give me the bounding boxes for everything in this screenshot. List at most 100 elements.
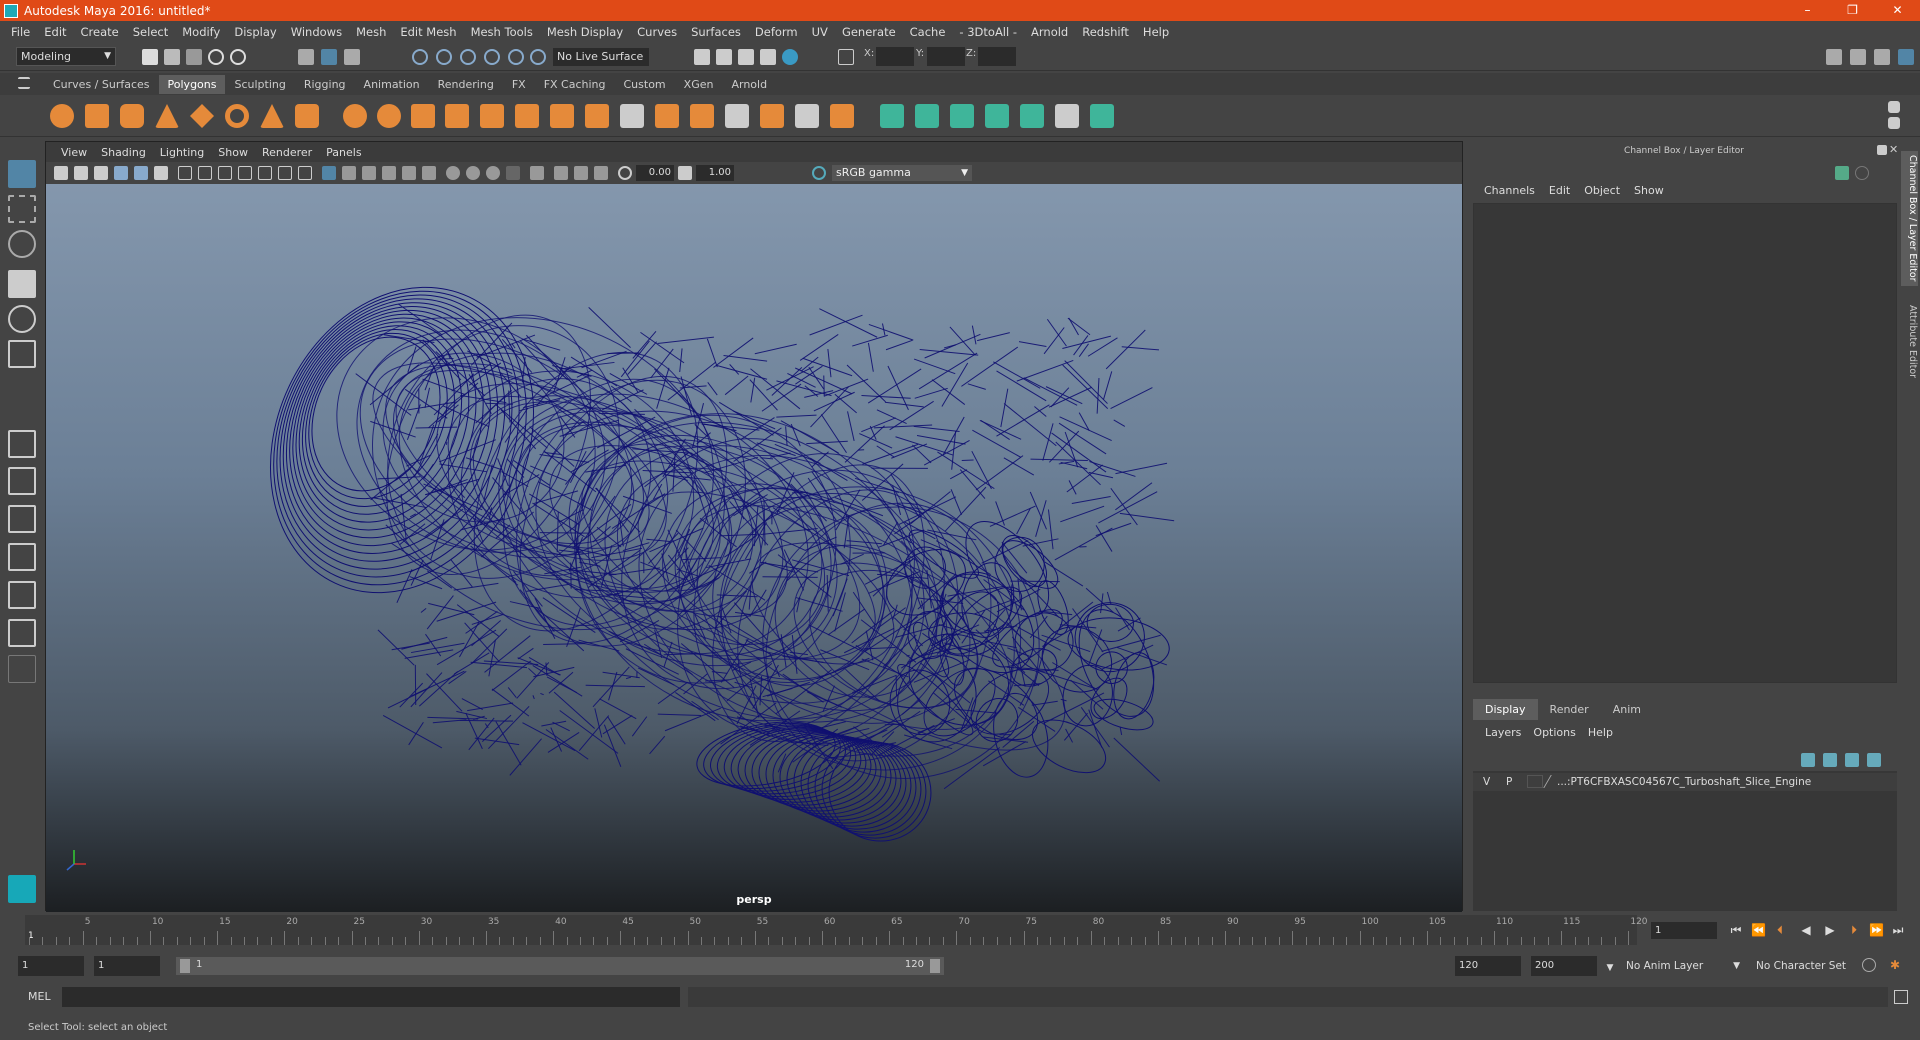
- layer-display-type-toggle[interactable]: [1527, 775, 1543, 788]
- z-field[interactable]: [978, 47, 1016, 66]
- viewport-menu-show[interactable]: Show: [211, 146, 255, 159]
- shelf-tab-fx-caching[interactable]: FX Caching: [535, 75, 615, 94]
- layer-color-swatch[interactable]: [1543, 775, 1557, 788]
- channel-box-menu-channels[interactable]: Channels: [1477, 184, 1542, 197]
- shelf-menu-icon[interactable]: [18, 77, 30, 89]
- float-panel-icon[interactable]: [1877, 145, 1887, 155]
- use-all-lights-icon[interactable]: [402, 166, 416, 180]
- safe-title-icon[interactable]: [298, 166, 312, 180]
- color-management-icon[interactable]: [812, 166, 826, 180]
- viewport-menu-lighting[interactable]: Lighting: [153, 146, 211, 159]
- poly-plane-icon[interactable]: [190, 104, 214, 128]
- close-button[interactable]: ✕: [1875, 0, 1920, 21]
- channel-box-menu-edit[interactable]: Edit: [1542, 184, 1577, 197]
- planar-uv-icon[interactable]: [880, 104, 904, 128]
- shelf-tab-rigging[interactable]: Rigging: [295, 75, 355, 94]
- maximize-button[interactable]: ❐: [1830, 0, 1875, 21]
- channel-box-icon[interactable]: [1898, 49, 1914, 65]
- motion-blur-icon[interactable]: [466, 166, 480, 180]
- layer-row[interactable]: V P ...:PT6CFBXASC04567C_Turboshaft_Slic…: [1473, 773, 1897, 791]
- viewport-menu-view[interactable]: View: [54, 146, 94, 159]
- menu-generate[interactable]: Generate: [835, 25, 903, 39]
- viewport-menu-renderer[interactable]: Renderer: [255, 146, 319, 159]
- camera-attributes-icon[interactable]: [74, 166, 88, 180]
- depth-of-field-icon[interactable]: [506, 166, 520, 180]
- paint-select-tool-icon[interactable]: [8, 230, 36, 258]
- viewport-canvas[interactable]: persp: [46, 184, 1462, 912]
- fill-hole-icon[interactable]: [620, 104, 644, 128]
- poly-cone-icon[interactable]: [155, 104, 179, 128]
- channel-box-menu-object[interactable]: Object: [1577, 184, 1627, 197]
- step-forward-frame-icon[interactable]: ⏩: [1869, 923, 1884, 937]
- channel-box-sync-icon[interactable]: [1855, 166, 1869, 180]
- menu-help[interactable]: Help: [1136, 25, 1176, 39]
- viewport-menu-panels[interactable]: Panels: [319, 146, 368, 159]
- bookmarks-icon[interactable]: [94, 166, 108, 180]
- range-start-handle[interactable]: [180, 959, 190, 973]
- step-forward-key-icon[interactable]: ⏵: [1847, 923, 1861, 937]
- playback-end-field[interactable]: 120: [1455, 956, 1521, 976]
- render-frame-icon[interactable]: [716, 49, 732, 65]
- menu-display[interactable]: Display: [227, 25, 283, 39]
- snap-point-icon[interactable]: [460, 49, 476, 65]
- animation-end-field[interactable]: 200: [1531, 956, 1597, 976]
- exposure-field[interactable]: 0.00: [636, 165, 674, 181]
- menu-curves[interactable]: Curves: [630, 25, 684, 39]
- menu-edit[interactable]: Edit: [37, 25, 73, 39]
- gamma-field[interactable]: 1.00: [696, 165, 734, 181]
- append-icon[interactable]: [585, 104, 609, 128]
- go-to-start-icon[interactable]: ⏮: [1729, 923, 1743, 937]
- poly-pyramid-icon[interactable]: [260, 104, 284, 128]
- bridge-icon[interactable]: [550, 104, 574, 128]
- extrude-icon[interactable]: [515, 104, 539, 128]
- poly-cube-icon[interactable]: [85, 104, 109, 128]
- shelf-tab-custom[interactable]: Custom: [615, 75, 675, 94]
- layer-menu-options[interactable]: Options: [1527, 726, 1581, 739]
- layer-tab-render[interactable]: Render: [1538, 699, 1601, 720]
- spherical-uv-icon[interactable]: [950, 104, 974, 128]
- make-live-icon[interactable]: [530, 49, 546, 65]
- menu-uv[interactable]: UV: [805, 25, 835, 39]
- move-tool-icon[interactable]: [8, 270, 36, 298]
- toolbox-options-icon[interactable]: [8, 655, 36, 683]
- xray-active-components-icon[interactable]: [594, 166, 608, 180]
- shadows-icon[interactable]: [422, 166, 436, 180]
- render-settings-icon[interactable]: [694, 49, 710, 65]
- character-set-dropdown[interactable]: No Character Set: [1752, 956, 1874, 976]
- film-gate-icon[interactable]: [198, 166, 212, 180]
- shelf-tab-rendering[interactable]: Rendering: [429, 75, 503, 94]
- script-editor-icon[interactable]: [1894, 990, 1908, 1004]
- range-end-handle[interactable]: [930, 959, 940, 973]
- poly-pipe-icon[interactable]: [295, 104, 319, 128]
- layer-menu-help[interactable]: Help: [1582, 726, 1619, 739]
- chevron-down-icon[interactable]: ▼: [1603, 961, 1617, 975]
- gamma-icon[interactable]: [678, 166, 692, 180]
- grid-icon[interactable]: [178, 166, 192, 180]
- step-back-frame-icon[interactable]: ⏪: [1751, 923, 1766, 937]
- new-empty-layer-icon[interactable]: [1845, 753, 1859, 767]
- menu-redshift[interactable]: Redshift: [1075, 25, 1136, 39]
- menu-windows[interactable]: Windows: [284, 25, 349, 39]
- live-surface-field[interactable]: No Live Surface: [553, 48, 649, 66]
- side-tab-channel-box[interactable]: Channel Box / Layer Editor: [1901, 151, 1918, 286]
- lasso-tool-icon[interactable]: [8, 195, 36, 223]
- resolution-gate-icon[interactable]: [218, 166, 232, 180]
- tool-settings-icon[interactable]: [1874, 49, 1890, 65]
- xray-icon[interactable]: [554, 166, 568, 180]
- render-view-icon[interactable]: [760, 49, 776, 65]
- combine-icon[interactable]: [343, 104, 367, 128]
- menu-surfaces[interactable]: Surfaces: [684, 25, 748, 39]
- time-ruler[interactable]: 1 5 10 15 20 25 30 35 40 45 50 55 60 65 70 75 80 85 90 95 1…: [25, 915, 1648, 945]
- x-field[interactable]: [876, 47, 914, 66]
- boolean-icon[interactable]: [480, 104, 504, 128]
- shelf-scroll-down-icon[interactable]: [1888, 117, 1900, 129]
- shelf-tab-xgen[interactable]: XGen: [675, 75, 723, 94]
- wireframe-on-shaded-icon[interactable]: [362, 166, 376, 180]
- layer-visibility-toggle[interactable]: V: [1483, 776, 1490, 788]
- play-backwards-icon[interactable]: ◀: [1799, 923, 1813, 937]
- single-perspective-layout-icon[interactable]: [8, 430, 36, 458]
- select-hierarchy-icon[interactable]: [298, 49, 314, 65]
- ipr-render-icon[interactable]: [738, 49, 754, 65]
- poly-torus-icon[interactable]: [225, 104, 249, 128]
- menu-3dtoall[interactable]: - 3DtoAll -: [952, 25, 1024, 39]
